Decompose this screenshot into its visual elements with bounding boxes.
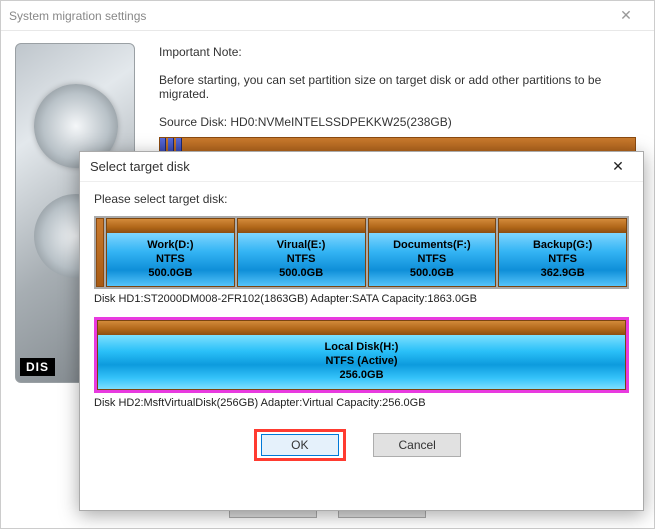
modal-buttons: OK Cancel — [94, 421, 629, 465]
modal-title: Select target disk — [90, 159, 603, 174]
modal-cancel-button[interactable]: Cancel — [373, 433, 461, 457]
hdd-label: DIS — [20, 358, 55, 376]
partition-size: 500.0GB — [373, 267, 492, 281]
modal-close-icon[interactable]: ✕ — [603, 158, 633, 175]
partition-fs: NTFS — [373, 253, 492, 267]
partition-name: Backup(G:) — [503, 239, 622, 253]
partition-block[interactable]: Backup(G:) NTFS 362.9GB — [498, 218, 627, 287]
partition-sliver — [96, 218, 104, 287]
partition-name: Virual(E:) — [242, 239, 361, 253]
outer-close-icon[interactable]: ✕ — [606, 7, 646, 24]
modal-body: Please select target disk: Work(D:) NTFS… — [80, 182, 643, 471]
outer-content: Important Note: Before starting, you can… — [151, 41, 644, 169]
partition-size: 500.0GB — [111, 267, 230, 281]
partition-size: 256.0GB — [102, 369, 621, 383]
select-target-disk-dialog: Select target disk ✕ Please select targe… — [79, 151, 644, 511]
partition-fs: NTFS — [111, 253, 230, 267]
partition-block[interactable]: Documents(F:) NTFS 500.0GB — [368, 218, 497, 287]
ok-button[interactable]: OK — [261, 434, 339, 456]
partition-size: 500.0GB — [242, 267, 361, 281]
disk-caption: Disk HD1:ST2000DM008-2FR102(1863GB) Adap… — [94, 293, 629, 305]
disk-caption: Disk HD2:MsftVirtualDisk(256GB) Adapter:… — [94, 397, 629, 409]
partition-name: Documents(F:) — [373, 239, 492, 253]
partition-block[interactable]: Virual(E:) NTFS 500.0GB — [237, 218, 366, 287]
outer-body: DIS Important Note: Before starting, you… — [1, 31, 654, 528]
partition-name: Work(D:) — [111, 239, 230, 253]
outer-titlebar: System migration settings ✕ — [1, 1, 654, 31]
partition-block[interactable]: Work(D:) NTFS 500.0GB — [106, 218, 235, 287]
important-note-text: Before starting, you can set partition s… — [159, 73, 636, 101]
partition-fs: NTFS (Active) — [102, 355, 621, 369]
partition-fs: NTFS — [503, 253, 622, 267]
important-note-heading: Important Note: — [159, 45, 636, 59]
partition-fs: NTFS — [242, 253, 361, 267]
disk-option-hd2[interactable]: Local Disk(H:) NTFS (Active) 256.0GB — [94, 317, 629, 392]
migration-settings-window: System migration settings ✕ DIS Importan… — [0, 0, 655, 529]
disk-option-hd1[interactable]: Work(D:) NTFS 500.0GB Virual(E:) NTFS 50… — [94, 216, 629, 289]
modal-titlebar: Select target disk ✕ — [80, 152, 643, 182]
partition-size: 362.9GB — [503, 267, 622, 281]
modal-prompt: Please select target disk: — [94, 192, 629, 206]
source-disk-label: Source Disk: HD0:NVMeINTELSSDPEKKW25(238… — [159, 115, 636, 129]
outer-window-title: System migration settings — [9, 9, 606, 23]
partition-name: Local Disk(H:) — [102, 341, 621, 355]
partition-block[interactable]: Local Disk(H:) NTFS (Active) 256.0GB — [97, 320, 626, 389]
ok-button-highlight: OK — [254, 429, 346, 461]
